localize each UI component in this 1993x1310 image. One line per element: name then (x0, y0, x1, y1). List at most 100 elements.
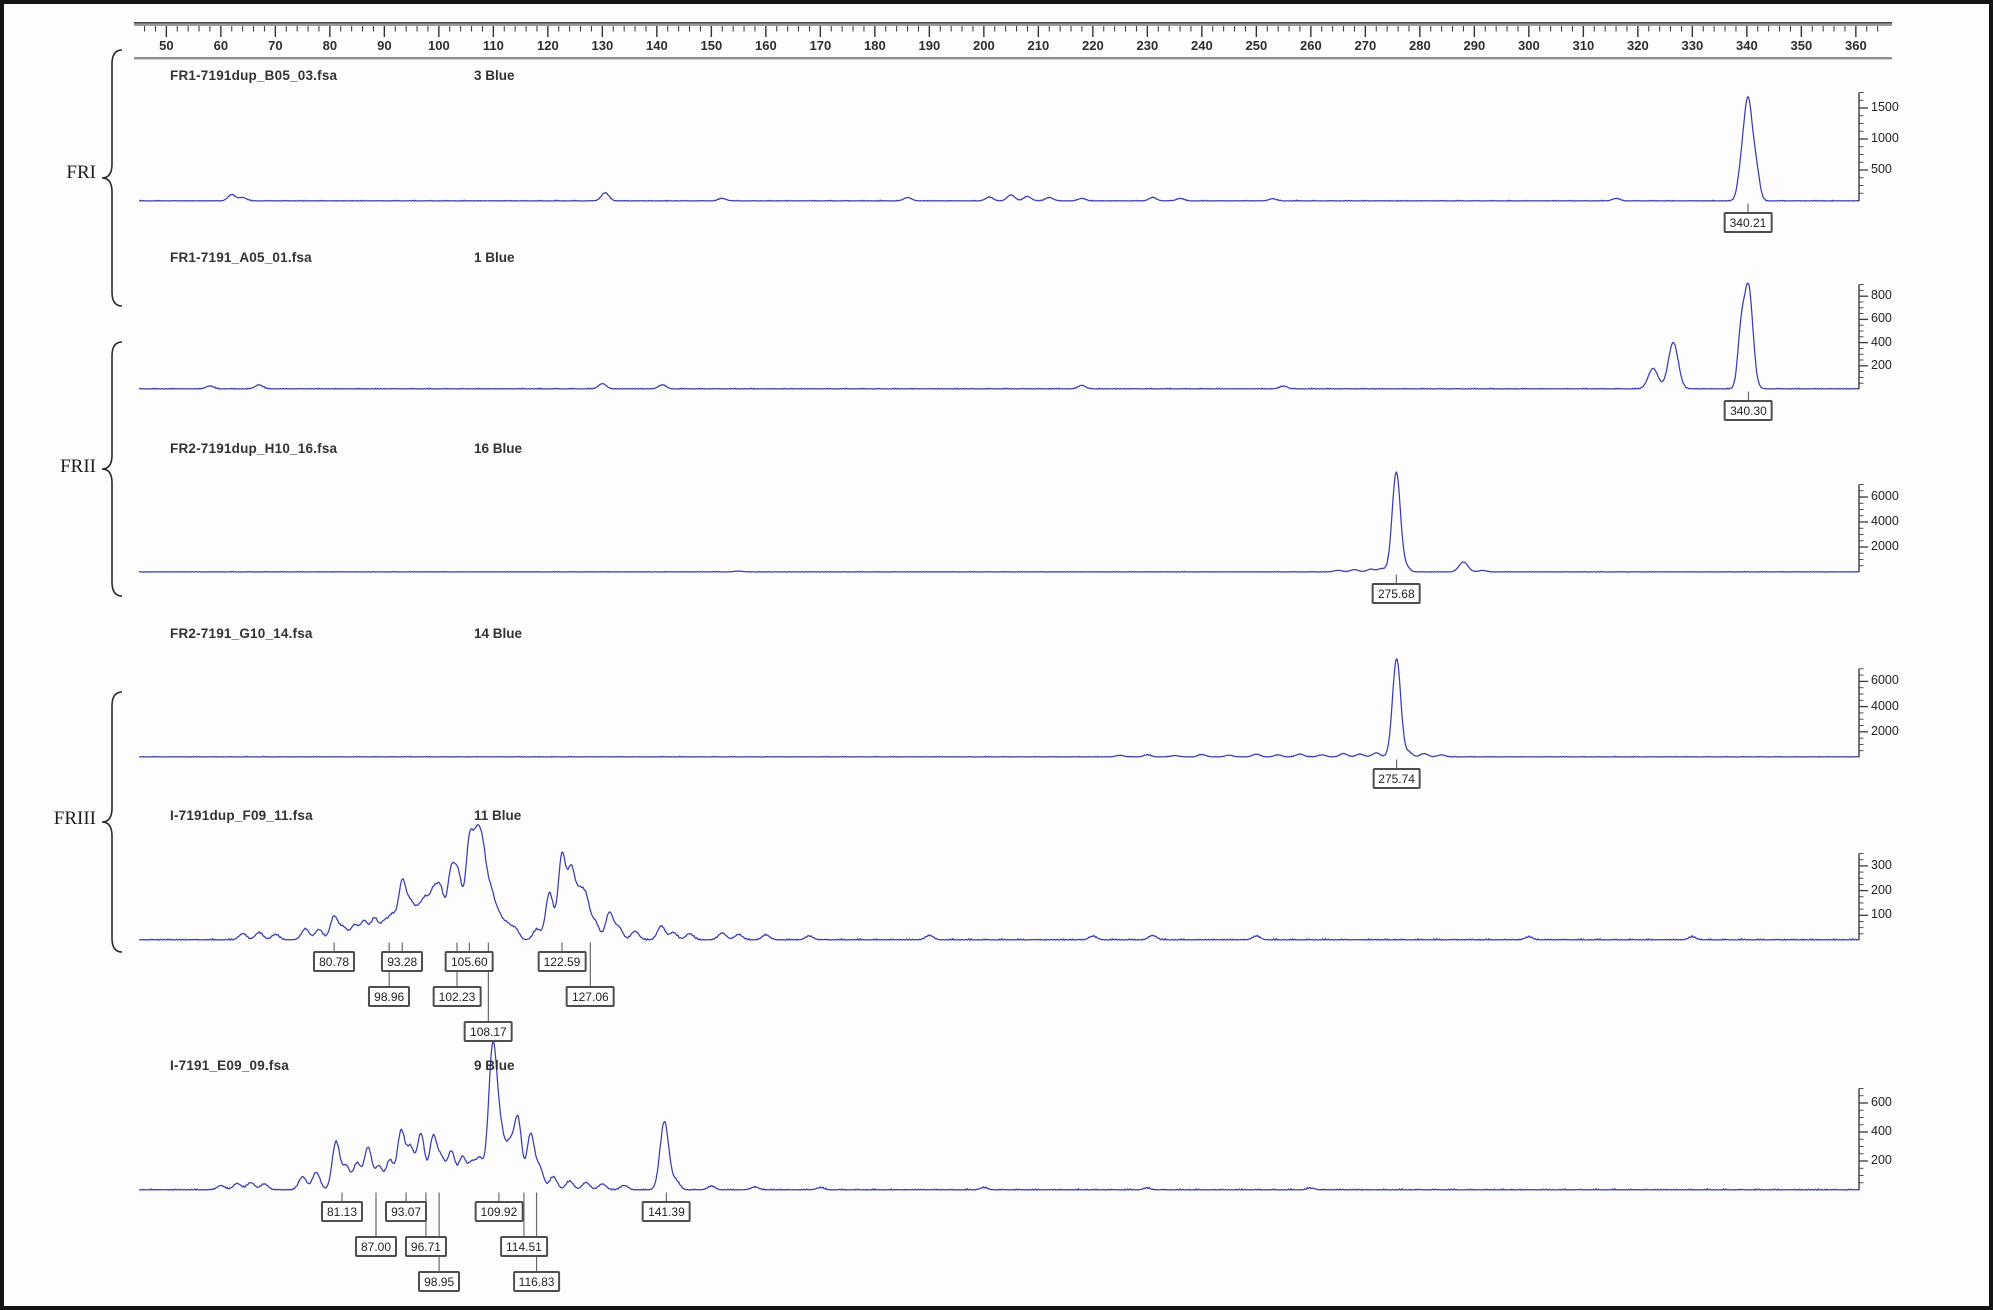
y-axis-tick-label: 100 (1871, 907, 1892, 921)
ruler-tick-label: 330 (1670, 38, 1714, 53)
peak-size-label: 105.60 (445, 951, 494, 972)
ruler-tick-label: 260 (1289, 38, 1333, 53)
panel-lane-label: 11 Blue (474, 808, 521, 823)
peak-size-label: 80.78 (313, 951, 355, 972)
ruler-tick-label: 320 (1616, 38, 1660, 53)
group-label-frii: FRII (28, 456, 96, 478)
y-axis-tick-label: 400 (1871, 1124, 1892, 1138)
peak-size-label: 102.23 (433, 986, 482, 1007)
ruler-tick-label: 100 (417, 38, 461, 53)
peak-size-label: 127.06 (566, 986, 615, 1007)
group-brace-friii (102, 692, 122, 952)
ruler-tick-label: 160 (744, 38, 788, 53)
ruler-tick-label: 50 (144, 38, 188, 53)
panel-lane-label: 14 Blue (474, 626, 522, 641)
ruler-tick-label: 70 (253, 38, 297, 53)
y-axis-tick-label: 6000 (1871, 673, 1899, 687)
y-axis-tick-label: 200 (1871, 883, 1892, 897)
ruler-tick-label: 280 (1398, 38, 1442, 53)
ruler-tick-label: 340 (1725, 38, 1769, 53)
group-label-friii: FRIII (28, 808, 96, 830)
panel-file-label: FR2-7191_G10_14.fsa (170, 626, 313, 641)
panel-lane-label: 1 Blue (474, 250, 515, 265)
ruler-tick-label: 250 (1234, 38, 1278, 53)
ruler-tick-label: 130 (580, 38, 624, 53)
ruler-tick-label: 360 (1834, 38, 1878, 53)
peak-size-label: 275.68 (1372, 583, 1421, 604)
y-axis-tick-label: 1000 (1871, 131, 1899, 145)
y-axis-tick-label: 400 (1871, 335, 1892, 349)
peak-size-label: 141.39 (642, 1201, 691, 1222)
panel-lane-label: 3 Blue (474, 68, 515, 83)
ruler-tick-label: 270 (1343, 38, 1387, 53)
peak-size-label: 116.83 (513, 1271, 561, 1292)
figure-vector-layer (4, 4, 1993, 1310)
y-axis-tick-label: 500 (1871, 162, 1892, 176)
peak-size-label: 340.21 (1724, 212, 1773, 233)
panel-file-label: FR1-7191_A05_01.fsa (170, 250, 312, 265)
peak-size-label: 98.95 (418, 1271, 460, 1292)
panel-file-label: FR1-7191dup_B05_03.fsa (170, 68, 337, 83)
ruler-tick-label: 230 (1125, 38, 1169, 53)
electropherogram-figure: 5060708090100110120130140150160170180190… (0, 0, 1993, 1310)
trace-line-panel-0 (139, 97, 1859, 201)
y-axis-tick-label: 200 (1871, 358, 1892, 372)
ruler-tick-label: 350 (1779, 38, 1823, 53)
peak-size-label: 87.00 (355, 1236, 397, 1257)
y-axis-tick-label: 800 (1871, 288, 1892, 302)
peak-size-label: 108.17 (464, 1021, 513, 1042)
peak-size-label: 275.74 (1372, 768, 1421, 789)
peak-size-label: 109.92 (475, 1201, 524, 1222)
ruler-tick-label: 290 (1452, 38, 1496, 53)
group-brace-fri (102, 50, 122, 306)
panel-file-label: I-7191_E09_09.fsa (170, 1058, 289, 1073)
ruler-tick-label: 190 (907, 38, 951, 53)
ruler-tick-label: 140 (635, 38, 679, 53)
y-axis-tick-label: 600 (1871, 311, 1892, 325)
peak-size-label: 81.13 (321, 1201, 363, 1222)
ruler-tick-label: 90 (362, 38, 406, 53)
ruler-tick-label: 150 (689, 38, 733, 53)
peak-size-label: 96.71 (405, 1236, 447, 1257)
y-axis-tick-label: 6000 (1871, 489, 1899, 503)
y-axis-tick-label: 2000 (1871, 724, 1899, 738)
ruler-tick-label: 60 (199, 38, 243, 53)
y-axis-tick-label: 4000 (1871, 699, 1899, 713)
ruler-tick-label: 240 (1180, 38, 1224, 53)
ruler-tick-label: 200 (962, 38, 1006, 53)
ruler-tick-label: 170 (798, 38, 842, 53)
peak-size-label: 114.51 (500, 1236, 548, 1257)
y-axis-tick-label: 600 (1871, 1095, 1892, 1109)
panel-file-label: I-7191dup_F09_11.fsa (170, 808, 313, 823)
ruler-bar (134, 24, 1892, 26)
peak-size-label: 93.28 (381, 951, 423, 972)
ruler-tick-label: 210 (1016, 38, 1060, 53)
ruler-tick-label: 300 (1507, 38, 1551, 53)
peak-size-label: 93.07 (385, 1201, 427, 1222)
ruler-tick-label: 310 (1561, 38, 1605, 53)
ruler-tick-label: 80 (308, 38, 352, 53)
ruler-tick-label: 110 (471, 38, 515, 53)
peak-size-label: 98.96 (368, 986, 410, 1007)
trace-line-panel-1 (139, 283, 1859, 389)
group-brace-frii (102, 342, 122, 596)
trace-line-panel-5 (139, 1041, 1859, 1190)
panel-file-label: FR2-7191dup_H10_16.fsa (170, 441, 337, 456)
trace-line-panel-3 (139, 659, 1859, 757)
ruler-tick-label: 220 (1071, 38, 1115, 53)
y-axis-tick-label: 2000 (1871, 539, 1899, 553)
peak-size-label: 122.59 (538, 951, 587, 972)
y-axis-tick-label: 200 (1871, 1153, 1892, 1167)
trace-line-panel-4 (139, 825, 1859, 940)
y-axis-tick-label: 300 (1871, 858, 1892, 872)
group-label-fri: FRI (28, 162, 96, 184)
y-axis-tick-label: 4000 (1871, 514, 1899, 528)
ruler-bar-top-edge (134, 22, 1892, 24)
ruler-separator-line (134, 57, 1892, 59)
y-axis-tick-label: 1500 (1871, 100, 1899, 114)
trace-line-panel-2 (139, 472, 1859, 572)
peak-size-label: 340.30 (1724, 400, 1773, 421)
panel-lane-label: 9 Blue (474, 1058, 515, 1073)
ruler-tick-label: 180 (853, 38, 897, 53)
panel-lane-label: 16 Blue (474, 441, 522, 456)
